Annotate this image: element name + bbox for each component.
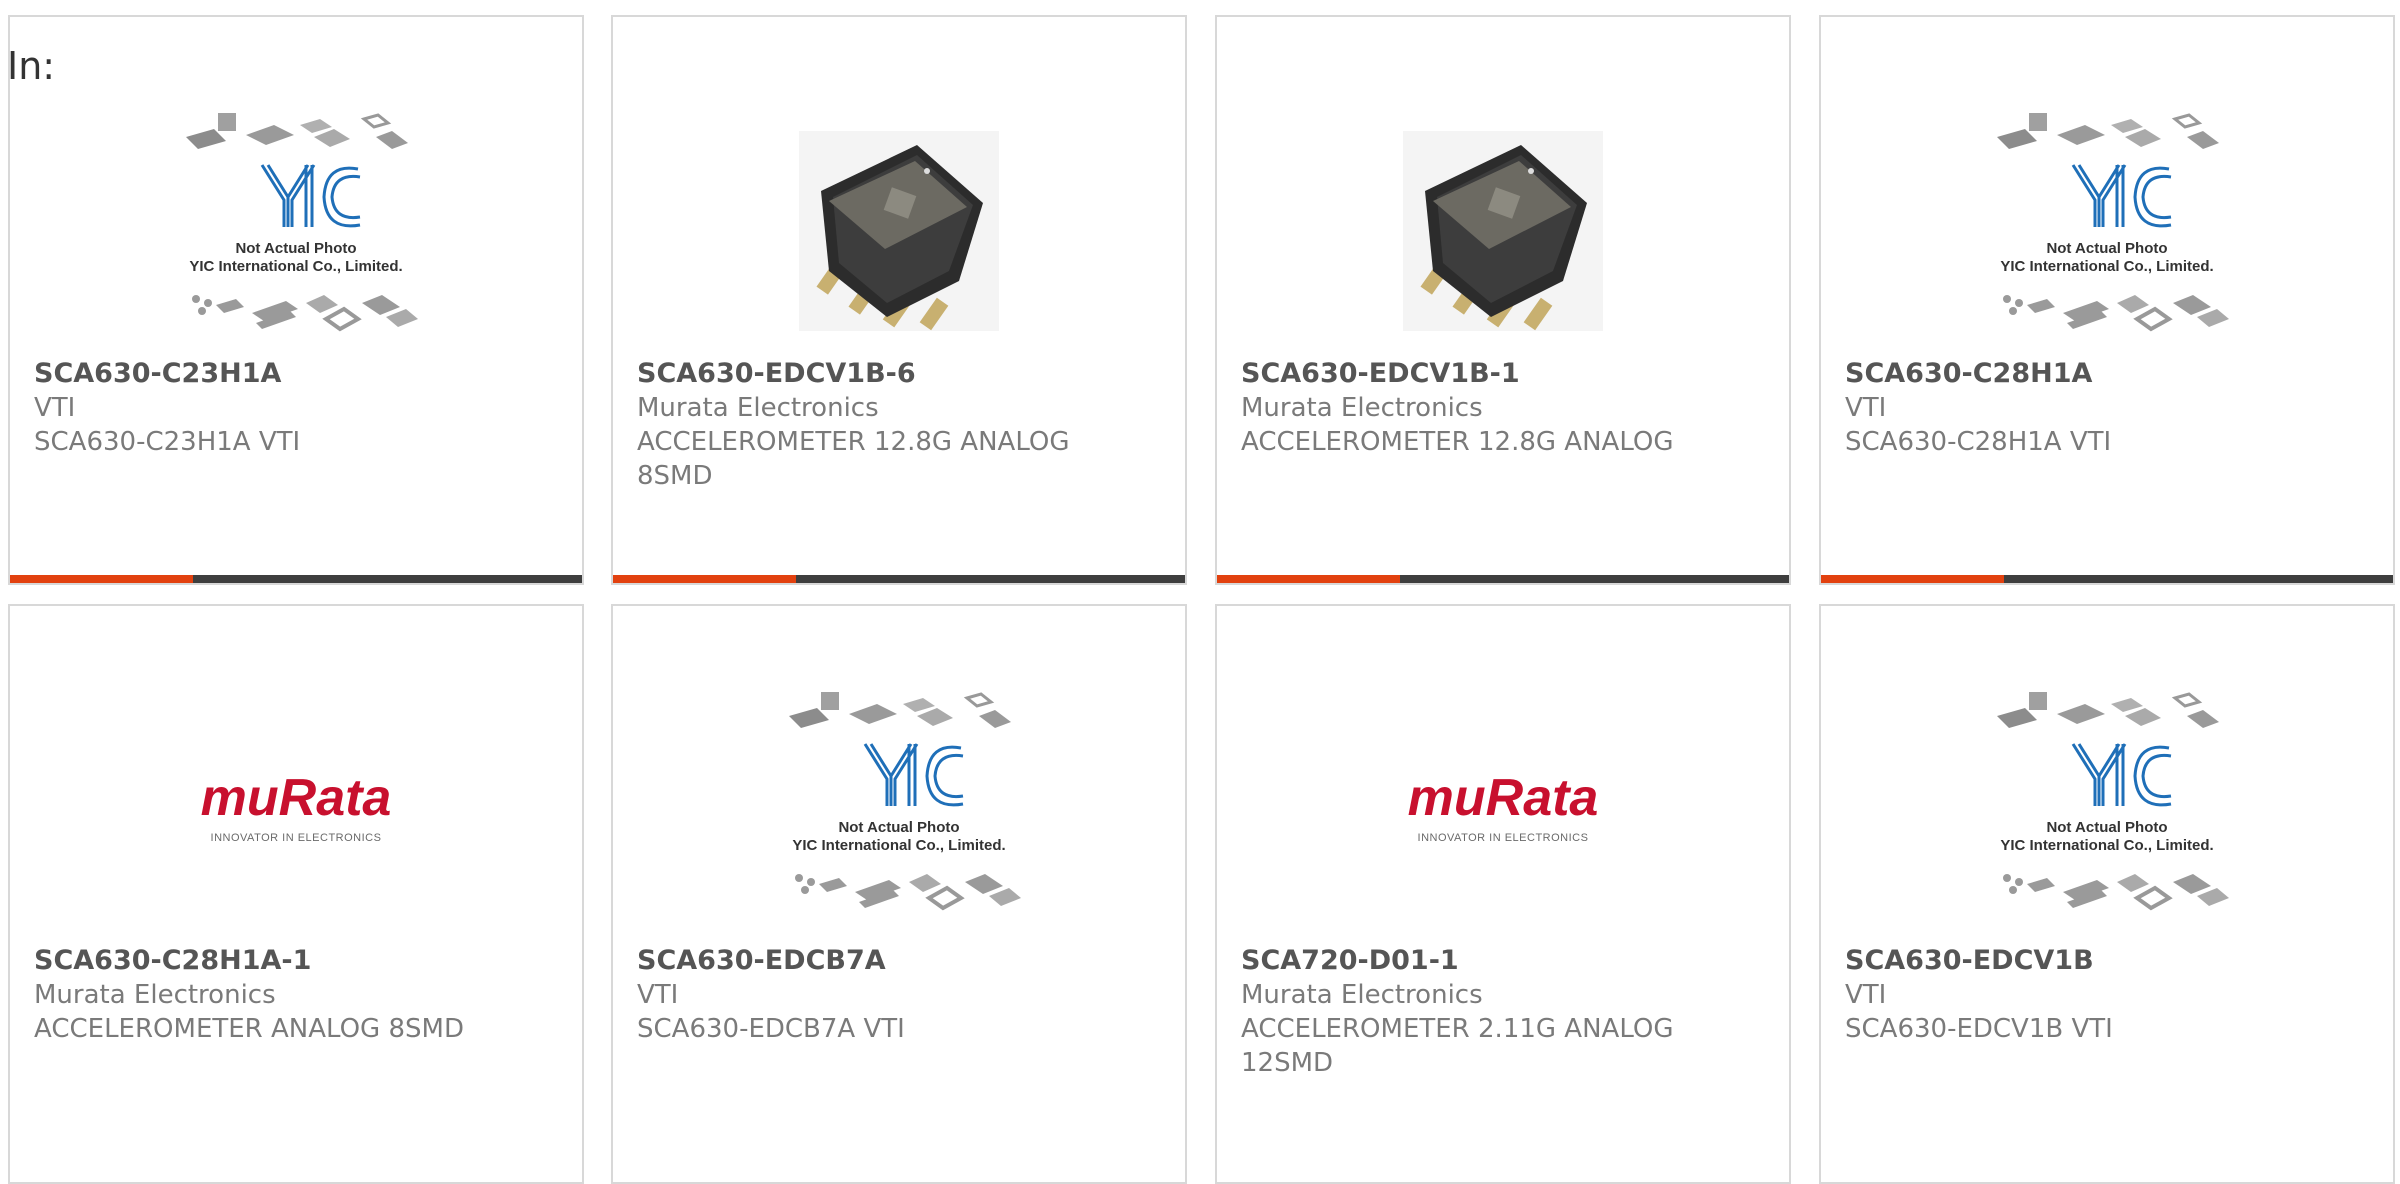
product-info: SCA630-EDCV1B VTI SCA630-EDCV1B VTI bbox=[1845, 944, 2333, 1046]
product-card[interactable]: Not Actual Photo YIC International Co., … bbox=[8, 15, 584, 585]
placeholder-caption: Not Actual Photo bbox=[838, 819, 959, 836]
product-description: SCA630-EDCB7A VTI bbox=[637, 1014, 905, 1044]
product-info: SCA720-D01-1 Murata Electronics ACCELEROME… bbox=[1241, 944, 1729, 1080]
manufacturer-name: VTI bbox=[1845, 393, 1887, 423]
manufacturer-name: VTI bbox=[34, 393, 76, 423]
chip-photo-image bbox=[799, 131, 999, 331]
manufacturer-name: Murata Electronics bbox=[1241, 393, 1483, 423]
product-description: ACCELEROMETER 12.8G ANALOG 8SMD bbox=[637, 427, 1070, 491]
yic-placeholder-image: Not Actual Photo YIC International Co., … bbox=[1997, 692, 2229, 911]
part-number[interactable]: SCA630-EDCV1B bbox=[1845, 944, 2333, 978]
manufacturer-name: Murata Electronics bbox=[1241, 980, 1483, 1010]
placeholder-company: YIC International Co., Limited. bbox=[792, 837, 1005, 854]
murata-wordmark: muRata bbox=[201, 769, 392, 827]
part-number[interactable]: SCA630-EDCV1B-1 bbox=[1241, 357, 1729, 391]
product-description: SCA630-C28H1A VTI bbox=[1845, 427, 2112, 457]
part-number[interactable]: SCA630-C23H1A bbox=[34, 357, 522, 391]
product-thumbnail[interactable]: Not Actual Photo YIC International Co., … bbox=[613, 686, 1185, 934]
yic-placeholder-image: Not Actual Photo YIC International Co., … bbox=[789, 692, 1021, 911]
product-info: SCA630-EDCV1B-6 Murata Electronics ACCELER… bbox=[637, 357, 1125, 493]
manufacturer-name: Murata Electronics bbox=[637, 393, 879, 423]
part-number[interactable]: SCA630-EDCB7A bbox=[637, 944, 1125, 978]
product-info: SCA630-EDCB7A VTI SCA630-EDCB7A VTI bbox=[637, 944, 1125, 1046]
yic-placeholder-image: Not Actual Photo YIC International Co., … bbox=[186, 113, 418, 332]
product-card[interactable]: Not Actual Photo YIC International Co., … bbox=[1819, 604, 2395, 1184]
card-footer-bar bbox=[613, 575, 1185, 583]
product-description: ACCELEROMETER ANALOG 8SMD bbox=[34, 1014, 464, 1044]
card-footer-bar bbox=[1821, 575, 2393, 583]
placeholder-caption: Not Actual Photo bbox=[2046, 819, 2167, 836]
murata-logo: muRata INNOVATOR IN ELECTRONICS bbox=[1408, 769, 1599, 844]
manufacturer-name: VTI bbox=[1845, 980, 1887, 1010]
card-footer-accent bbox=[10, 575, 193, 583]
product-thumbnail[interactable] bbox=[613, 107, 1185, 355]
product-thumbnail[interactable]: Not Actual Photo YIC International Co., … bbox=[1821, 686, 2393, 934]
card-footer-accent bbox=[1217, 575, 1400, 583]
card-footer-bar bbox=[1217, 575, 1789, 583]
product-thumbnail[interactable]: Not Actual Photo YIC International Co., … bbox=[1821, 107, 2393, 355]
placeholder-caption: Not Actual Photo bbox=[235, 240, 356, 257]
product-thumbnail[interactable]: muRata INNOVATOR IN ELECTRONICS bbox=[1217, 686, 1789, 934]
card-footer-accent bbox=[613, 575, 796, 583]
card-footer-bar bbox=[10, 575, 582, 583]
product-card[interactable]: muRata INNOVATOR IN ELECTRONICS SCA630-C… bbox=[8, 604, 584, 1184]
murata-tagline: INNOVATOR IN ELECTRONICS bbox=[211, 832, 382, 844]
chip-photo-image bbox=[1403, 131, 1603, 331]
card-footer-accent bbox=[1821, 575, 2004, 583]
product-card[interactable]: SCA630-EDCV1B-1 Murata Electronics ACCELER… bbox=[1215, 15, 1791, 585]
product-description: SCA630-C23H1A VTI bbox=[34, 427, 301, 457]
product-info: SCA630-C23H1A VTI SCA630-C23H1A VTI bbox=[34, 357, 522, 459]
part-number[interactable]: SCA630-C28H1A-1 bbox=[34, 944, 522, 978]
product-info: SCA630-C28H1A-1 Murata Electronics ACCELER… bbox=[34, 944, 522, 1046]
product-thumbnail[interactable]: muRata INNOVATOR IN ELECTRONICS bbox=[10, 686, 582, 934]
product-card[interactable]: Not Actual Photo YIC International Co., … bbox=[611, 604, 1187, 1184]
product-description: ACCELEROMETER 12.8G ANALOG bbox=[1241, 427, 1674, 457]
placeholder-company: YIC International Co., Limited. bbox=[2000, 837, 2213, 854]
part-number[interactable]: SCA630-EDCV1B-6 bbox=[637, 357, 1125, 391]
product-thumbnail[interactable]: Not Actual Photo YIC International Co., … bbox=[10, 107, 582, 355]
murata-logo: muRata INNOVATOR IN ELECTRONICS bbox=[201, 769, 392, 844]
placeholder-company: YIC International Co., Limited. bbox=[2000, 258, 2213, 275]
filter-label: In: bbox=[7, 44, 56, 88]
placeholder-company: YIC International Co., Limited. bbox=[189, 258, 402, 275]
product-card[interactable]: muRata INNOVATOR IN ELECTRONICS SCA720-D… bbox=[1215, 604, 1791, 1184]
yic-placeholder-image: Not Actual Photo YIC International Co., … bbox=[1997, 113, 2229, 332]
product-info: SCA630-C28H1A VTI SCA630-C28H1A VTI bbox=[1845, 357, 2333, 459]
placeholder-caption: Not Actual Photo bbox=[2046, 240, 2167, 257]
manufacturer-name: VTI bbox=[637, 980, 679, 1010]
product-card[interactable]: Not Actual Photo YIC International Co., … bbox=[1819, 15, 2395, 585]
manufacturer-name: Murata Electronics bbox=[34, 980, 276, 1010]
part-number[interactable]: SCA630-C28H1A bbox=[1845, 357, 2333, 391]
product-card[interactable]: SCA630-EDCV1B-6 Murata Electronics ACCELER… bbox=[611, 15, 1187, 585]
part-number[interactable]: SCA720-D01-1 bbox=[1241, 944, 1729, 978]
product-info: SCA630-EDCV1B-1 Murata Electronics ACCELER… bbox=[1241, 357, 1729, 459]
murata-tagline: INNOVATOR IN ELECTRONICS bbox=[1418, 832, 1589, 844]
product-thumbnail[interactable] bbox=[1217, 107, 1789, 355]
murata-wordmark: muRata bbox=[1408, 769, 1599, 827]
product-description: SCA630-EDCV1B VTI bbox=[1845, 1014, 2113, 1044]
product-description: ACCELEROMETER 2.11G ANALOG 12SMD bbox=[1241, 1014, 1674, 1078]
